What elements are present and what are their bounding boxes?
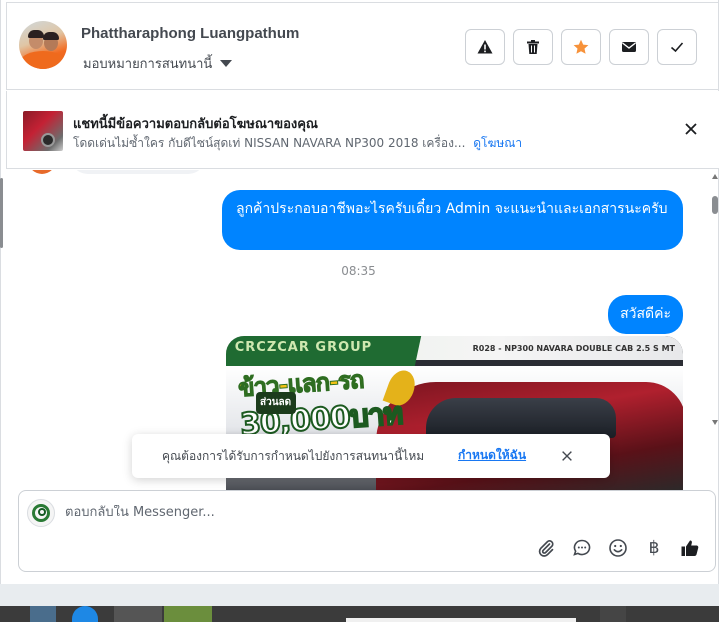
- ad-banner-subtitle: โดดเด่นไม่ซ้ำใคร กับดีไซน์สุดเท่ NISSAN …: [73, 134, 522, 153]
- image-banner-text: CRCZCAR GROUP: [234, 340, 373, 355]
- page-footer-strip: [0, 584, 719, 606]
- conversation-header: Phattharaphong Luangpathum มอบหมายการสนท…: [6, 2, 719, 90]
- conversation-actions: [465, 29, 697, 65]
- report-spam-button[interactable]: [465, 29, 505, 65]
- close-icon[interactable]: [683, 121, 699, 137]
- page-avatar: [27, 499, 55, 527]
- os-taskbar: [0, 606, 719, 622]
- assign-prompt-toast: คุณต้องการได้รับการกำหนดไปยังการสนทนานี้…: [132, 434, 610, 478]
- scroll-up-arrow-icon[interactable]: [712, 174, 718, 179]
- emoji-icon: [609, 539, 627, 557]
- envelope-icon: [622, 42, 636, 52]
- delete-button[interactable]: [513, 29, 553, 65]
- star-icon: [573, 39, 589, 54]
- like-button[interactable]: [679, 537, 701, 559]
- taskbar-app-icon[interactable]: [164, 606, 212, 622]
- emoji-button[interactable]: [607, 537, 629, 559]
- baht-icon: ฿: [648, 538, 660, 558]
- chat-scrollbar[interactable]: [711, 170, 719, 440]
- message-timestamp: 08:35: [341, 264, 376, 278]
- ad-description: โดดเด่นไม่ซ้ำใคร กับดีไซน์สุดเท่ NISSAN …: [73, 136, 466, 150]
- assign-prompt-text: คุณต้องการได้รับการกำหนดไปยังการสนทนานี้…: [162, 449, 425, 463]
- warning-icon: [477, 40, 493, 54]
- saved-replies-button[interactable]: [571, 537, 593, 559]
- paperclip-icon: [538, 540, 554, 557]
- thumbs-up-icon: [681, 540, 699, 556]
- trash-icon: [527, 40, 539, 54]
- mark-unread-button[interactable]: [609, 29, 649, 65]
- checkmark-icon: [670, 42, 684, 53]
- follow-up-button[interactable]: [561, 29, 601, 65]
- contact-avatar[interactable]: [19, 21, 67, 69]
- assign-label: มอบหมายการสนทนานี้: [83, 57, 213, 72]
- assign-to-me-link[interactable]: กำหนดให้ฉัน: [458, 446, 526, 465]
- contact-name[interactable]: Phattharaphong Luangpathum: [81, 25, 299, 42]
- panel-resize-handle[interactable]: [0, 178, 3, 248]
- taskbar-app-icon[interactable]: [600, 606, 626, 622]
- mark-done-button[interactable]: [657, 29, 697, 65]
- composer-toolbar: ฿: [535, 537, 701, 559]
- image-model-text: R028 - NP300 NAVARA DOUBLE CAB 2.5 S MT: [472, 344, 675, 353]
- attach-button[interactable]: [535, 537, 557, 559]
- assign-conversation-dropdown[interactable]: มอบหมายการสนทนานี้: [83, 53, 233, 74]
- scroll-down-arrow-icon[interactable]: [712, 420, 718, 425]
- ad-banner-title: แชทนี้มีข้อความตอบกลับต่อโฆษณาของคุณ: [73, 117, 318, 132]
- taskbar-app-icon[interactable]: [72, 606, 98, 622]
- chat-bubble-icon: [573, 539, 591, 556]
- view-ad-link[interactable]: ดูโฆษณา: [473, 136, 522, 150]
- message-composer: ฿: [18, 490, 716, 572]
- promo-badge: ส่วนลด: [256, 392, 296, 414]
- contact-avatar-small: [28, 170, 56, 174]
- taskbar-app-icon[interactable]: [114, 606, 162, 622]
- close-icon[interactable]: [560, 449, 574, 463]
- reply-input[interactable]: [65, 505, 685, 520]
- caret-down-icon: [220, 60, 233, 67]
- outgoing-message-bubble[interactable]: สวัสดีค่ะ: [608, 295, 683, 334]
- ad-thumbnail[interactable]: [23, 111, 63, 151]
- scrollbar-thumb[interactable]: [712, 196, 718, 214]
- taskbar-search[interactable]: [346, 618, 576, 622]
- payment-button[interactable]: ฿: [643, 537, 665, 559]
- ad-reply-banner: แชทนี้มีข้อความตอบกลับต่อโฆษณาของคุณ โดด…: [6, 91, 719, 169]
- incoming-message-bubble: [70, 170, 206, 174]
- outgoing-message-bubble[interactable]: ลูกค้าประกอบอาชีพอะไรครับเดี๋ยว Admin จะ…: [222, 190, 683, 250]
- taskbar-app-icon[interactable]: [30, 606, 56, 622]
